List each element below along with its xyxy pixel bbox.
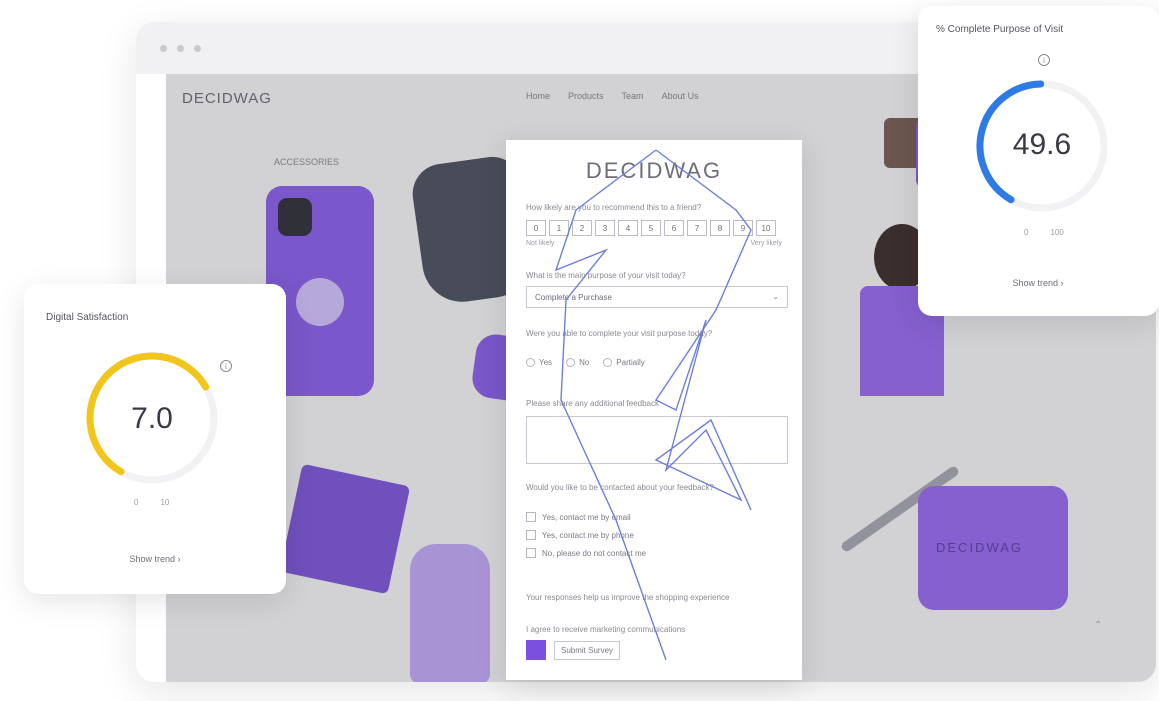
gauge-max: 100 xyxy=(1050,228,1064,237)
gauge-axis: 0 10 xyxy=(134,498,169,507)
radio-icon xyxy=(526,358,535,367)
survey-question-completed: Were you able to complete your visit pur… xyxy=(526,329,713,338)
feedback-textarea[interactable] xyxy=(526,416,788,464)
checkbox-icon xyxy=(526,548,536,558)
checkbox-label: Yes, contact me by phone xyxy=(542,530,634,540)
gauge-value: 7.0 xyxy=(131,402,173,435)
nps-option[interactable]: 3 xyxy=(595,220,615,236)
chevron-up-icon[interactable]: ⌃ xyxy=(1094,620,1102,631)
show-trend-link[interactable]: Show trend › xyxy=(938,278,1138,288)
digital-satisfaction-card: Digital Satisfaction i 7.0 0 10 Show tre… xyxy=(24,284,286,594)
radio-option-partially[interactable]: Partially xyxy=(603,358,645,367)
gauge-max: 10 xyxy=(160,498,170,507)
complete-purpose-card: % Complete Purpose of Visit i 49.6 0 100… xyxy=(918,6,1159,316)
purpose-select[interactable]: Complete a Purchase ⌄ xyxy=(526,286,788,308)
radio-label: Partially xyxy=(616,358,645,367)
window-close-dot[interactable] xyxy=(160,44,167,52)
card-title: % Complete Purpose of Visit xyxy=(936,24,1064,35)
nps-option[interactable]: 2 xyxy=(572,220,592,236)
nps-option[interactable]: 6 xyxy=(664,220,684,236)
checkbox-icon xyxy=(526,530,536,540)
radio-option-yes[interactable]: Yes xyxy=(526,358,552,367)
window-maximize-dot[interactable] xyxy=(194,44,201,52)
radio-label: Yes xyxy=(539,358,553,367)
survey-question-feedback: Please share any additional feedback xyxy=(526,399,659,408)
contact-checkbox-list: Yes, contact me by email Yes, contact me… xyxy=(526,512,646,558)
checkbox-label: Yes, contact me by email xyxy=(542,512,631,522)
nps-option[interactable]: 7 xyxy=(687,220,707,236)
nps-scale: 0 1 2 3 4 5 6 7 8 9 10 xyxy=(526,220,776,236)
contact-option-email[interactable]: Yes, contact me by email xyxy=(526,512,646,522)
survey-logo: DECIDWAG xyxy=(585,158,723,183)
radio-icon xyxy=(566,358,576,367)
contact-option-none[interactable]: No, please do not contact me xyxy=(526,548,646,558)
radio-option-no[interactable]: No xyxy=(566,358,589,367)
submit-button[interactable]: Submit Survey xyxy=(554,640,621,660)
card-title: Digital Satisfaction xyxy=(46,312,129,323)
submit-icon[interactable] xyxy=(526,640,546,660)
checkbox-icon xyxy=(526,512,536,522)
gauge-value: 49.6 xyxy=(1012,128,1072,161)
info-icon[interactable]: i xyxy=(1038,54,1050,66)
survey-footnote: Your responses help us improve the shopp… xyxy=(526,593,730,602)
survey-modal: DECIDWAG How likely are you to recommend… xyxy=(506,140,802,680)
survey-question-recommend: How likely are you to recommend this to … xyxy=(526,203,702,212)
survey-question-marketing: I agree to receive marketing communicati… xyxy=(526,625,686,634)
gauge-axis: 0 100 xyxy=(1024,228,1064,237)
stage: DECIDWAG Home Products Team About Us ACC… xyxy=(0,0,1159,701)
chevron-down-icon: ⌄ xyxy=(772,292,779,301)
radio-icon xyxy=(603,358,613,367)
nps-high-label: Very likely xyxy=(750,240,782,247)
nps-option[interactable]: 10 xyxy=(756,220,776,236)
contact-option-phone[interactable]: Yes, contact me by phone xyxy=(526,530,646,540)
nps-option[interactable]: 1 xyxy=(549,220,569,236)
nps-option[interactable]: 4 xyxy=(618,220,638,236)
show-trend-link[interactable]: Show trend › xyxy=(55,554,255,564)
nps-low-label: Not likely xyxy=(526,240,555,247)
nps-option[interactable]: 8 xyxy=(710,220,730,236)
radio-label: No xyxy=(579,358,590,367)
submit-row: Submit Survey xyxy=(526,640,621,660)
survey-question-contact: Would you like to be contacted about you… xyxy=(526,483,714,492)
window-minimize-dot[interactable] xyxy=(177,44,184,52)
completed-radio-group: Yes No Partially xyxy=(526,358,645,367)
purpose-select-value: Complete a Purchase xyxy=(535,293,612,302)
gauge-min: 0 xyxy=(1024,228,1029,237)
nps-option[interactable]: 5 xyxy=(641,220,661,236)
survey-question-purpose: What is the main purpose of your visit t… xyxy=(526,271,686,280)
nps-scale-labels: Not likely Very likely xyxy=(526,240,782,247)
gauge-min: 0 xyxy=(134,498,139,507)
checkbox-label: No, please do not contact me xyxy=(542,548,647,558)
nps-option[interactable]: 0 xyxy=(526,220,546,236)
nps-option[interactable]: 9 xyxy=(733,220,753,236)
